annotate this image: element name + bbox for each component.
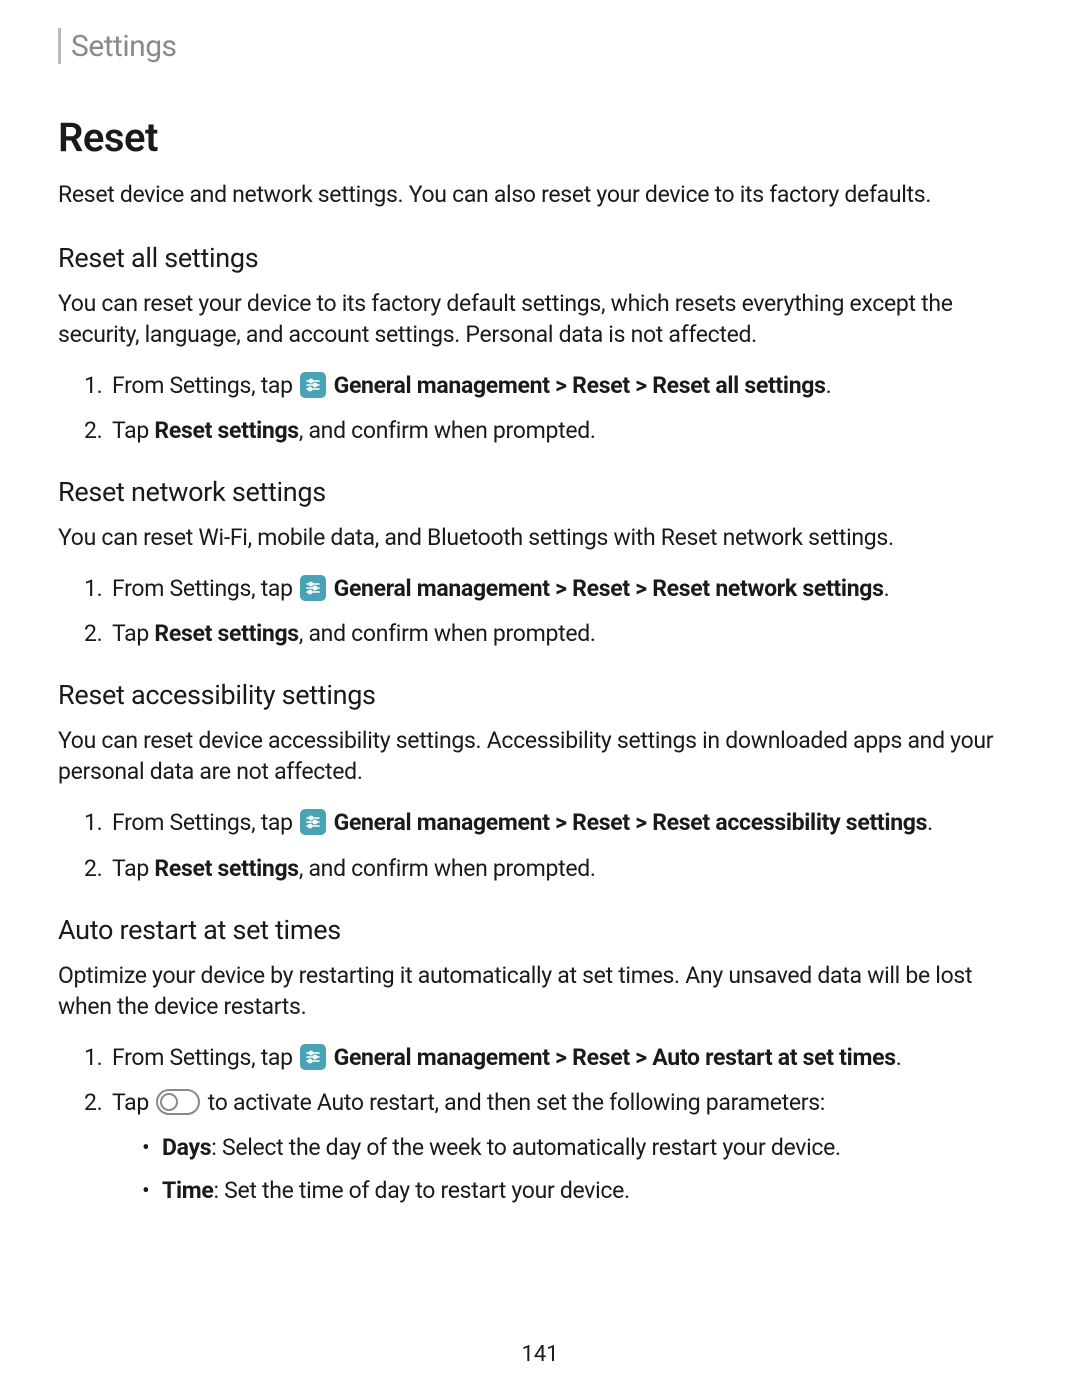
step-item: From Settings, tap General management > … (84, 807, 1022, 838)
step-item: Tap Reset settings, and confirm when pro… (84, 415, 1022, 446)
step-bold: Reset settings (154, 620, 298, 647)
section-desc-auto-restart: Optimize your device by restarting it au… (58, 960, 1022, 1022)
step-period: . (927, 809, 933, 836)
settings-sliders-icon (300, 575, 326, 601)
step-item: From Settings, tap General management > … (84, 1042, 1022, 1073)
step-bold: Reset settings (154, 855, 298, 882)
auto-restart-bullets: Days: Select the day of the week to auto… (142, 1132, 1022, 1206)
step-path: General management > Reset > Reset netwo… (334, 575, 884, 602)
steps-reset-all: From Settings, tap General management > … (84, 370, 1022, 446)
step-text: From Settings, tap (112, 575, 293, 602)
step-text: From Settings, tap (112, 372, 293, 399)
step-text: From Settings, tap (112, 809, 293, 836)
bullet-label: Days (162, 1134, 211, 1161)
steps-auto-restart: From Settings, tap General management > … (84, 1042, 1022, 1206)
bullet-item: Time: Set the time of day to restart you… (142, 1175, 1022, 1206)
section-title-auto-restart: Auto restart at set times (58, 914, 1022, 946)
step-path: General management > Reset > Auto restar… (334, 1044, 896, 1071)
steps-reset-accessibility: From Settings, tap General management > … (84, 807, 1022, 883)
section-title-reset-network: Reset network settings (58, 476, 1022, 508)
step-period: . (884, 575, 890, 602)
settings-sliders-icon (300, 809, 326, 835)
step-text: From Settings, tap (112, 1044, 293, 1071)
page-number: 141 (0, 1342, 1080, 1367)
section-title-reset-all: Reset all settings (58, 242, 1022, 274)
step-bold: Reset settings (154, 417, 298, 444)
toggle-off-icon (156, 1089, 200, 1115)
header-divider (58, 28, 61, 64)
step-text: Tap (112, 1089, 154, 1116)
section-desc-reset-network: You can reset Wi-Fi, mobile data, and Bl… (58, 522, 1022, 553)
step-text: , and confirm when prompted. (299, 417, 596, 444)
step-text: Tap (112, 620, 154, 647)
step-period: . (896, 1044, 902, 1071)
settings-sliders-icon (300, 372, 326, 398)
section-title-reset-accessibility: Reset accessibility settings (58, 679, 1022, 711)
page-header: Settings (58, 28, 1022, 64)
step-text: Tap (112, 417, 154, 444)
step-item: From Settings, tap General management > … (84, 573, 1022, 604)
bullet-label: Time (162, 1177, 213, 1204)
bullet-text: : Set the time of day to restart your de… (213, 1177, 629, 1204)
step-path: General management > Reset > Reset acces… (334, 809, 928, 836)
step-item: Tap Reset settings, and confirm when pro… (84, 618, 1022, 649)
step-path: General management > Reset > Reset all s… (334, 372, 826, 399)
step-text: to activate Auto restart, and then set t… (202, 1089, 825, 1116)
bullet-text: : Select the day of the week to automati… (211, 1134, 841, 1161)
step-item: Tap Reset settings, and confirm when pro… (84, 853, 1022, 884)
step-text: , and confirm when prompted. (299, 855, 596, 882)
step-item: From Settings, tap General management > … (84, 370, 1022, 401)
section-desc-reset-accessibility: You can reset device accessibility setti… (58, 725, 1022, 787)
step-text: Tap (112, 855, 154, 882)
bullet-item: Days: Select the day of the week to auto… (142, 1132, 1022, 1163)
header-title: Settings (71, 29, 177, 64)
main-intro: Reset device and network settings. You c… (58, 179, 1022, 210)
step-text: , and confirm when prompted. (299, 620, 596, 647)
steps-reset-network: From Settings, tap General management > … (84, 573, 1022, 649)
section-desc-reset-all: You can reset your device to its factory… (58, 288, 1022, 350)
main-title: Reset (58, 114, 1022, 161)
step-item: Tap to activate Auto restart, and then s… (84, 1087, 1022, 1206)
step-period: . (826, 372, 832, 399)
settings-sliders-icon (300, 1044, 326, 1070)
